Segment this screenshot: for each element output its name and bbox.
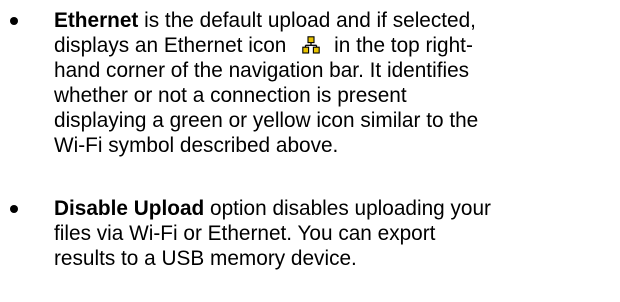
text-line: hand corner of the navigation bar. It id… <box>54 59 469 83</box>
text-line: Ethernet is the default upload and if se… <box>54 9 476 33</box>
text-segment: displays an Ethernet icon <box>54 34 287 57</box>
bullet-icon <box>10 17 18 25</box>
text-line: results to a USB memory device. <box>54 247 357 271</box>
text-segment: whether or not a connection is present <box>54 84 407 107</box>
text-line: Disable Upload option disables uploading… <box>54 197 491 221</box>
ethernet-icon <box>302 35 321 54</box>
text-segment: files via Wi-Fi or Ethernet. You can exp… <box>54 222 436 245</box>
text-line: whether or not a connection is present <box>54 84 407 108</box>
text-segment: Wi-Fi symbol described above. <box>54 134 339 157</box>
text-segment: is the default upload and if selected, <box>138 9 476 32</box>
text-segment: in the top right- <box>328 34 473 57</box>
text-line: displays an Ethernet icon in the top rig… <box>54 34 473 58</box>
bullet-icon <box>10 205 18 213</box>
text-segment: hand corner of the navigation bar. It id… <box>54 59 470 82</box>
text-line: displaying a green or yellow icon simila… <box>54 109 478 133</box>
text-line: Wi-Fi symbol described above. <box>54 134 338 158</box>
text-line: files via Wi-Fi or Ethernet. You can exp… <box>54 222 435 246</box>
document-page: Ethernet is the default upload and if se… <box>0 0 620 302</box>
text-segment: results to a USB memory device. <box>54 247 357 270</box>
ethernet-term: Ethernet <box>54 9 139 32</box>
disable-upload-term: Disable Upload <box>54 197 205 220</box>
text-segment: option disables uploading your <box>204 197 491 220</box>
text-segment: displaying a green or yellow icon simila… <box>54 109 479 132</box>
